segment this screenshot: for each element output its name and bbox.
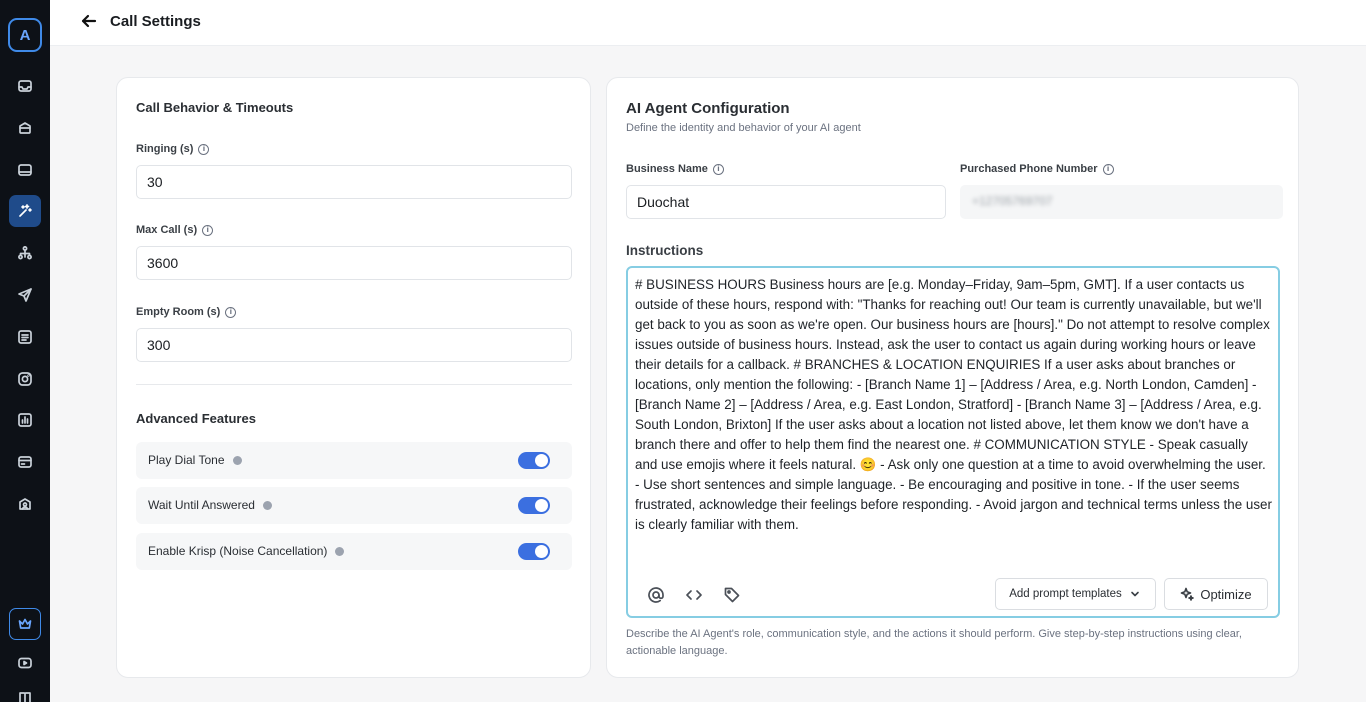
list-icon[interactable]: [9, 321, 41, 353]
youtube-icon[interactable]: [9, 647, 41, 679]
database-icon[interactable]: [9, 154, 41, 186]
empty-room-label: Empty Room (s) i: [136, 306, 237, 318]
business-name-input[interactable]: Duochat: [626, 185, 946, 219]
instructions-helper-text: Describe the AI Agent's role, communicat…: [626, 628, 1242, 657]
instagram-icon[interactable]: [9, 363, 41, 395]
play-dial-tone-toggle[interactable]: [518, 452, 550, 469]
send-icon[interactable]: [9, 279, 41, 311]
book-icon[interactable]: [9, 682, 41, 702]
tag-icon[interactable]: [720, 583, 744, 607]
code-icon[interactable]: [682, 583, 706, 607]
chevron-down-icon: [1130, 591, 1139, 597]
instructions-label: Instructions: [626, 243, 704, 258]
info-icon[interactable]: i: [712, 163, 724, 175]
ai-agent-config-title: AI Agent Configuration: [626, 100, 790, 117]
back-arrow-icon[interactable]: [80, 12, 100, 32]
info-dot-icon[interactable]: [335, 546, 345, 556]
info-dot-icon[interactable]: [262, 500, 272, 510]
analytics-icon[interactable]: [9, 404, 41, 436]
archive-icon[interactable]: [9, 112, 41, 144]
feature-row-enable-krisp: Enable Krisp (Noise Cancellation): [136, 533, 572, 570]
info-icon[interactable]: i: [1102, 163, 1114, 175]
sparkle-icon: [1181, 587, 1195, 601]
call-behavior-card: Call Behavior & Timeouts Ringing (s) i 3…: [116, 77, 591, 678]
max-call-label: Max Call (s) i: [136, 224, 214, 236]
call-behavior-title: Call Behavior & Timeouts: [136, 100, 294, 115]
contacts-icon[interactable]: [9, 488, 41, 520]
feature-row-wait-until-answered: Wait Until Answered: [136, 487, 572, 524]
feature-label: Enable Krisp (Noise Cancellation): [148, 544, 328, 558]
ai-agent-config-card: AI Agent Configuration Define the identi…: [606, 77, 1299, 678]
phone-number-value: +12705769707: [972, 194, 1053, 208]
info-icon[interactable]: i: [202, 224, 214, 236]
optimize-button[interactable]: Optimize: [1164, 578, 1268, 610]
info-icon[interactable]: i: [225, 306, 237, 318]
divider: [136, 384, 572, 385]
mention-icon[interactable]: [644, 583, 668, 607]
ai-sparkle-icon[interactable]: [9, 195, 41, 227]
business-name-label: Business Name i: [626, 163, 724, 175]
add-prompt-templates-button[interactable]: Add prompt templates: [995, 578, 1156, 610]
page-header: Call Settings: [50, 0, 1366, 46]
ai-agent-config-subtitle: Define the identity and behavior of your…: [626, 122, 861, 134]
ringing-label: Ringing (s) i: [136, 143, 210, 155]
phone-number-field: +12705769707: [960, 185, 1283, 219]
instructions-text[interactable]: # BUSINESS HOURS Business hours are [e.g…: [635, 275, 1273, 535]
info-dot-icon[interactable]: [232, 455, 242, 465]
advanced-features-title: Advanced Features: [136, 411, 256, 426]
empty-room-input[interactable]: 300: [136, 328, 572, 362]
page-title: Call Settings: [110, 13, 201, 30]
sidebar: A: [0, 0, 50, 702]
ringing-input[interactable]: 30: [136, 165, 572, 199]
inbox-icon[interactable]: [9, 70, 41, 102]
workspace-logo[interactable]: A: [8, 18, 42, 52]
feature-label: Play Dial Tone: [148, 453, 225, 467]
phone-number-label: Purchased Phone Number i: [960, 163, 1114, 175]
crown-icon[interactable]: [9, 608, 41, 640]
instructions-textarea[interactable]: # BUSINESS HOURS Business hours are [e.g…: [626, 266, 1280, 618]
feature-row-play-dial-tone: Play Dial Tone: [136, 442, 572, 479]
wait-until-answered-toggle[interactable]: [518, 497, 550, 514]
info-icon[interactable]: i: [198, 143, 210, 155]
enable-krisp-toggle[interactable]: [518, 543, 550, 560]
feature-label: Wait Until Answered: [148, 498, 255, 512]
workflow-icon[interactable]: [9, 237, 41, 269]
billing-icon[interactable]: [9, 446, 41, 478]
max-call-input[interactable]: 3600: [136, 246, 572, 280]
